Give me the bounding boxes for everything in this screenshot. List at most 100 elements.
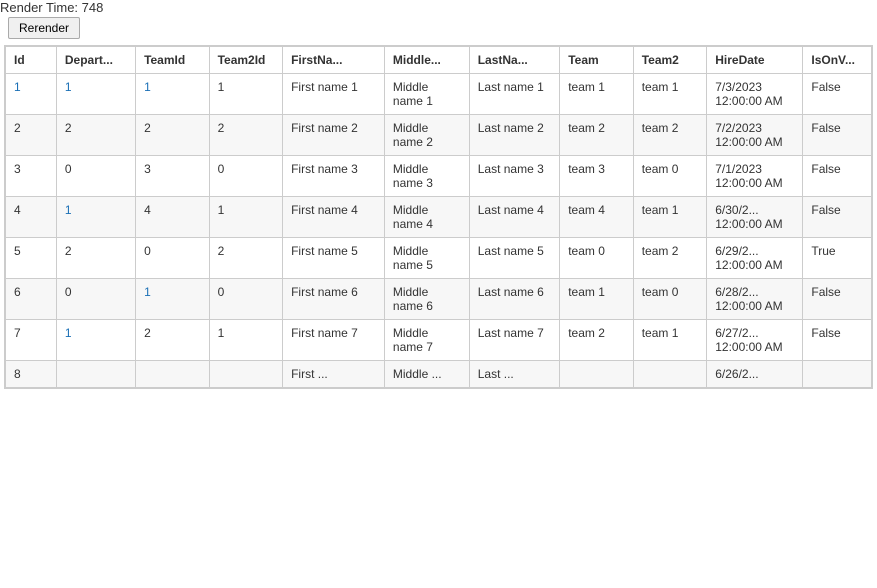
render-time-label: Render Time: 748 [0,0,103,15]
cell-team: team 3 [560,156,634,197]
cell-firstName: First name 7 [283,320,385,361]
cell-depart: 1 [56,197,135,238]
cell-teamId: 3 [136,156,210,197]
cell-lastName: Last name 7 [469,320,559,361]
cell-lastName: Last name 1 [469,74,559,115]
cell-isOnV: False [803,74,872,115]
cell-team2Id: 0 [209,279,283,320]
table-row: 7121First name 7Middle name 7Last name 7… [6,320,872,361]
cell-lastName: Last name 5 [469,238,559,279]
cell-depart: 2 [56,238,135,279]
cell-team2Id: 1 [209,320,283,361]
cell-team: team 2 [560,115,634,156]
cell-isOnV: True [803,238,872,279]
cell-middle: Middle name 7 [384,320,469,361]
cell-isOnV: False [803,197,872,238]
cell-link-depart[interactable]: 1 [65,326,72,340]
cell-team: team 1 [560,74,634,115]
col-header-lastname[interactable]: LastNa... [469,47,559,74]
cell-hireDate: 7/2/2023 12:00:00 AM [707,115,803,156]
cell-hireDate: 6/30/2... 12:00:00 AM [707,197,803,238]
col-header-teamid[interactable]: TeamId [136,47,210,74]
cell-id: 3 [6,156,57,197]
col-header-isonv[interactable]: IsOnV... [803,47,872,74]
cell-hireDate: 6/28/2... 12:00:00 AM [707,279,803,320]
render-info: Render Time: 748 [0,0,877,15]
cell-depart [56,361,135,388]
col-header-hiredate[interactable]: HireDate [707,47,803,74]
cell-teamId: 1 [136,74,210,115]
col-header-middle[interactable]: Middle... [384,47,469,74]
cell-team: team 2 [560,320,634,361]
cell-middle: Middle ... [384,361,469,388]
cell-team: team 1 [560,279,634,320]
cell-teamId: 2 [136,115,210,156]
cell-firstName: First name 1 [283,74,385,115]
table-header-row: Id Depart... TeamId Team2Id FirstNa... M… [6,47,872,74]
cell-id: 2 [6,115,57,156]
cell-firstName: First name 5 [283,238,385,279]
cell-hireDate: 7/1/2023 12:00:00 AM [707,156,803,197]
table-row: 5202First name 5Middle name 5Last name 5… [6,238,872,279]
cell-firstName: First name 6 [283,279,385,320]
cell-team2 [633,361,707,388]
data-table: Id Depart... TeamId Team2Id FirstNa... M… [5,46,872,388]
cell-depart: 1 [56,74,135,115]
cell-lastName: Last name 4 [469,197,559,238]
cell-teamId: 1 [136,279,210,320]
cell-lastName: Last ... [469,361,559,388]
cell-isOnV: False [803,320,872,361]
cell-hireDate: 6/27/2... 12:00:00 AM [707,320,803,361]
cell-id: 5 [6,238,57,279]
cell-lastName: Last name 3 [469,156,559,197]
cell-team2Id [209,361,283,388]
table-body: 1111First name 1Middle name 1Last name 1… [6,74,872,388]
col-header-depart[interactable]: Depart... [56,47,135,74]
cell-lastName: Last name 2 [469,115,559,156]
col-header-team2id[interactable]: Team2Id [209,47,283,74]
cell-isOnV [803,361,872,388]
cell-link-teamId[interactable]: 1 [144,285,151,299]
cell-middle: Middle name 2 [384,115,469,156]
cell-middle: Middle name 6 [384,279,469,320]
cell-teamId: 4 [136,197,210,238]
table-row: 6010First name 6Middle name 6Last name 6… [6,279,872,320]
cell-team2: team 1 [633,320,707,361]
table-row: 2222First name 2Middle name 2Last name 2… [6,115,872,156]
cell-id: 7 [6,320,57,361]
cell-depart: 2 [56,115,135,156]
cell-team2Id: 2 [209,238,283,279]
col-header-team2[interactable]: Team2 [633,47,707,74]
table-row: 8 First ...Middle ...Last ... 6/26/2... [6,361,872,388]
cell-link-depart[interactable]: 1 [65,80,72,94]
cell-team2: team 1 [633,74,707,115]
table-row: 3030First name 3Middle name 3Last name 3… [6,156,872,197]
cell-firstName: First name 2 [283,115,385,156]
cell-team2: team 0 [633,156,707,197]
cell-hireDate: 6/29/2... 12:00:00 AM [707,238,803,279]
cell-firstName: First ... [283,361,385,388]
cell-team: team 0 [560,238,634,279]
rerender-button[interactable]: Rerender [8,17,80,39]
col-header-team[interactable]: Team [560,47,634,74]
data-table-container: Id Depart... TeamId Team2Id FirstNa... M… [4,45,873,389]
cell-team: team 4 [560,197,634,238]
cell-firstName: First name 3 [283,156,385,197]
cell-middle: Middle name 5 [384,238,469,279]
cell-team2Id: 0 [209,156,283,197]
cell-team [560,361,634,388]
cell-teamId [136,361,210,388]
col-header-firstname[interactable]: FirstNa... [283,47,385,74]
cell-id: 4 [6,197,57,238]
cell-id: 8 [6,361,57,388]
col-header-id[interactable]: Id [6,47,57,74]
cell-lastName: Last name 6 [469,279,559,320]
cell-link-depart[interactable]: 1 [65,203,72,217]
cell-hireDate: 6/26/2... [707,361,803,388]
cell-team2Id: 1 [209,197,283,238]
cell-id: 1 [6,74,57,115]
cell-isOnV: False [803,115,872,156]
cell-link-teamId[interactable]: 1 [144,80,151,94]
cell-teamId: 2 [136,320,210,361]
cell-link-id[interactable]: 1 [14,80,21,94]
